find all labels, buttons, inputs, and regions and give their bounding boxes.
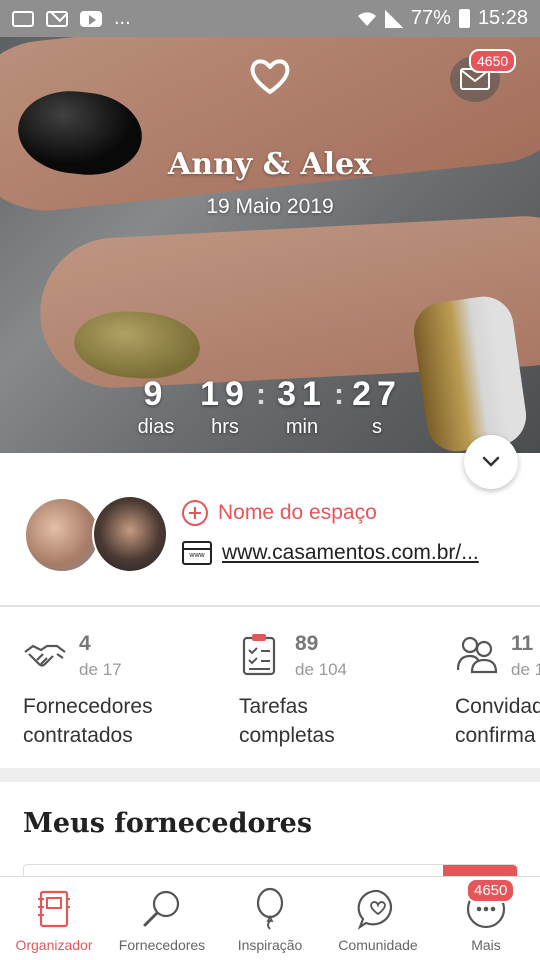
nav-inspiracao[interactable]: Inspiração [216,877,324,960]
photo-shade [0,37,540,453]
nav-organizador[interactable]: Organizador [0,877,108,960]
countdown-minutes: 31 min [273,375,331,439]
countdown-unit: min [285,416,319,438]
nav-label: Fornecedores [118,937,206,953]
stat-total: de 17 [79,660,122,679]
wedding-website-link[interactable]: www www.casamentos.com.br/... [182,541,479,565]
website-icon: www [182,541,212,565]
section-separator [0,768,540,782]
battery-icon [458,9,470,28]
youtube-notification-icon [80,10,102,27]
nav-label: Mais [471,937,501,953]
wifi-icon [357,11,376,26]
add-circle-icon [182,500,208,526]
stat-label-line: confirma [455,724,536,747]
countdown-days: 9 dias [132,375,180,439]
heart-logo-icon [250,59,290,94]
countdown-separator: : [334,378,344,411]
avatar-couple-photo[interactable] [92,495,168,573]
status-bar: ... 77% 15:28 [0,0,540,37]
countdown-hours: 19 hrs [198,375,252,439]
couple-names: Anny & Alex [168,147,372,182]
countdown-value: 31 [277,375,327,413]
more-badge: 4650 [466,878,516,903]
stat-label-line: contratados [23,724,133,747]
chevron-down-icon [482,456,500,467]
guests-icon [456,636,498,674]
nav-label: Comunidade [338,937,418,953]
stat-label: Fornecedores contratados [23,692,213,750]
balloon-icon [256,887,284,930]
divider [0,605,540,607]
countdown-value: 27 [352,375,402,413]
stat-label-line: Tarefas [239,695,308,718]
battery-percent: 77% [410,7,451,29]
gmail-notification-icon [46,10,68,27]
nav-label: Organizador [15,937,93,953]
planner-icon [38,890,70,928]
stat-label-line: completas [239,724,335,747]
add-venue-label: Nome do espaço [218,501,377,524]
countdown-unit: s [372,416,382,438]
section-title: Meus fornecedores [23,808,313,839]
countdown-unit: hrs [211,416,239,438]
stat-count: 11 [511,632,534,655]
countdown-separator: : [256,378,266,411]
expand-header-button[interactable] [464,435,518,489]
stat-label-line: Fornecedores [23,695,153,718]
search-icon [143,890,180,927]
bottom-navigation: Organizador Fornecedores Inspiração Comu… [0,876,540,960]
stat-count: 89 [295,632,319,655]
countdown-value: 9 [143,375,169,413]
nav-comunidade[interactable]: Comunidade [324,877,432,960]
checklist-icon [242,634,276,676]
clock: 15:28 [477,7,528,29]
nav-label: Inspiração [237,937,303,953]
wedding-date: 19 Maio 2019 [206,195,334,218]
hero-cover-photo[interactable] [0,37,540,453]
handshake-icon [24,644,66,667]
stat-total: de 104 [295,660,347,679]
website-url: www.casamentos.com.br/... [222,541,479,564]
countdown-unit: dias [137,416,175,438]
chat-heart-icon [357,889,393,930]
signal-icon [384,9,403,28]
gallery-notification-icon [12,10,34,27]
stat-total: de 1 [511,660,540,679]
add-venue-button[interactable]: Nome do espaço [182,500,377,526]
stat-label: Convidad confirma [455,692,540,750]
stat-label-line: Convidad [455,695,540,718]
more-notifications: ... [114,7,131,29]
messages-badge: 4650 [469,49,517,73]
countdown-seconds: 27 s [350,375,404,439]
avatar-couple-photo[interactable] [24,497,100,573]
nav-fornecedores[interactable]: Fornecedores [108,877,216,960]
countdown-value: 19 [200,375,250,413]
stat-count: 4 [79,632,91,655]
stat-label: Tarefas completas [239,692,429,750]
